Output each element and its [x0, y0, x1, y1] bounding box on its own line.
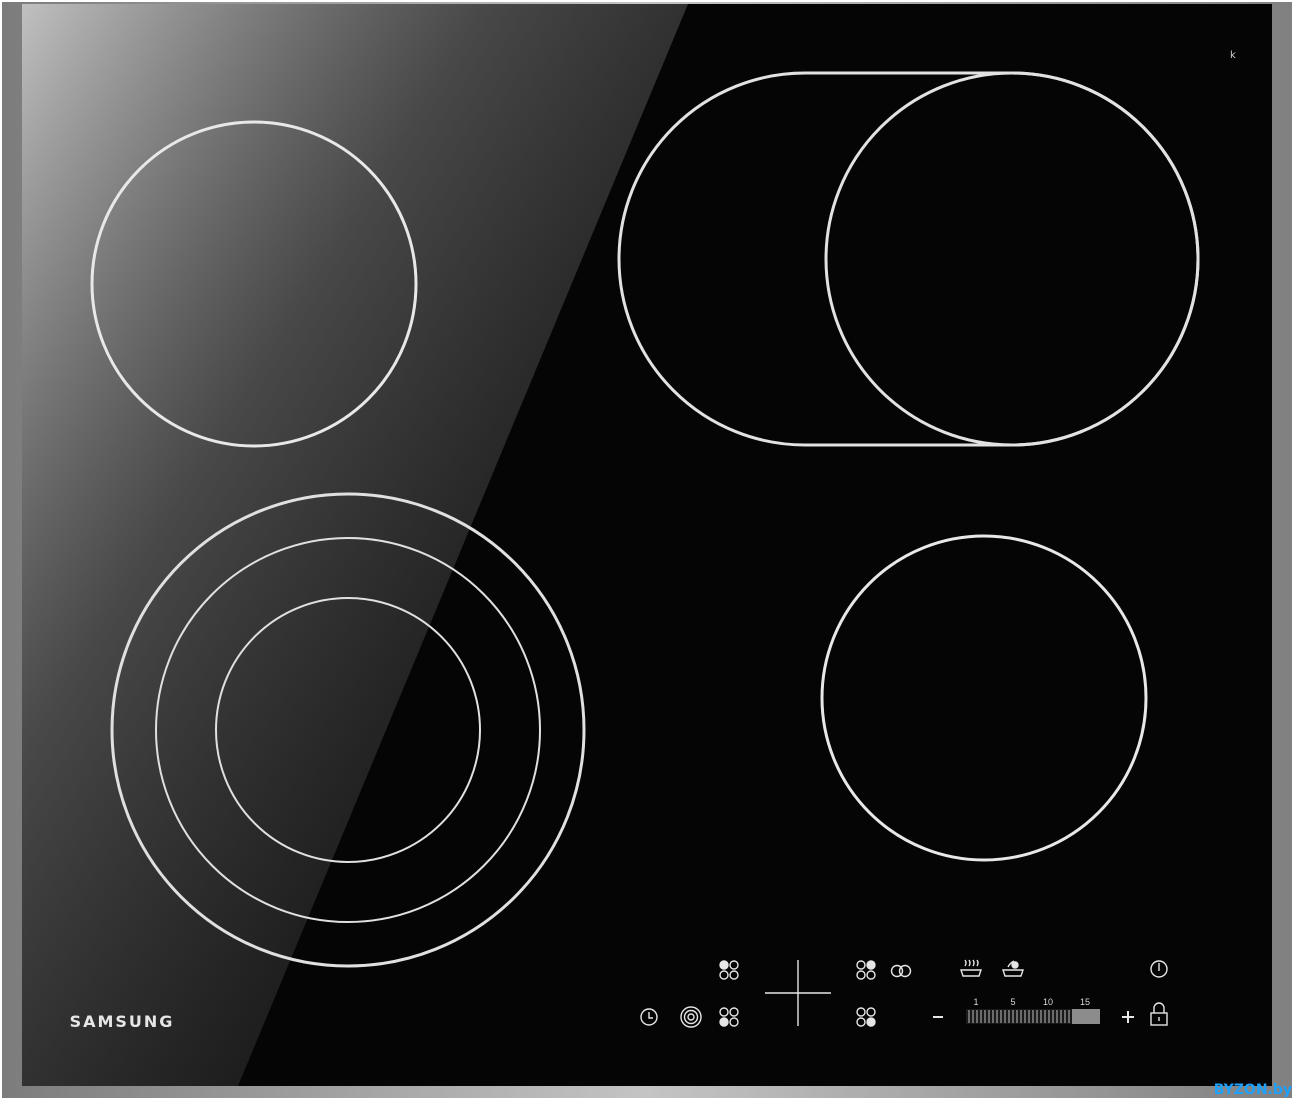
- watermark: BYZON.by: [1213, 1082, 1292, 1098]
- brand-logo: SAMSUNG: [69, 1012, 175, 1031]
- power-slider[interactable]: [966, 1009, 1100, 1024]
- slider-tick-label: 5: [1010, 997, 1016, 1007]
- slider-tick-label: 10: [1042, 997, 1053, 1007]
- corner-mark: k: [1230, 50, 1236, 61]
- cooktop: [2, 2, 1292, 1098]
- slider-tick-label: 15: [1079, 997, 1090, 1007]
- slider-tick-label: 1: [973, 997, 979, 1007]
